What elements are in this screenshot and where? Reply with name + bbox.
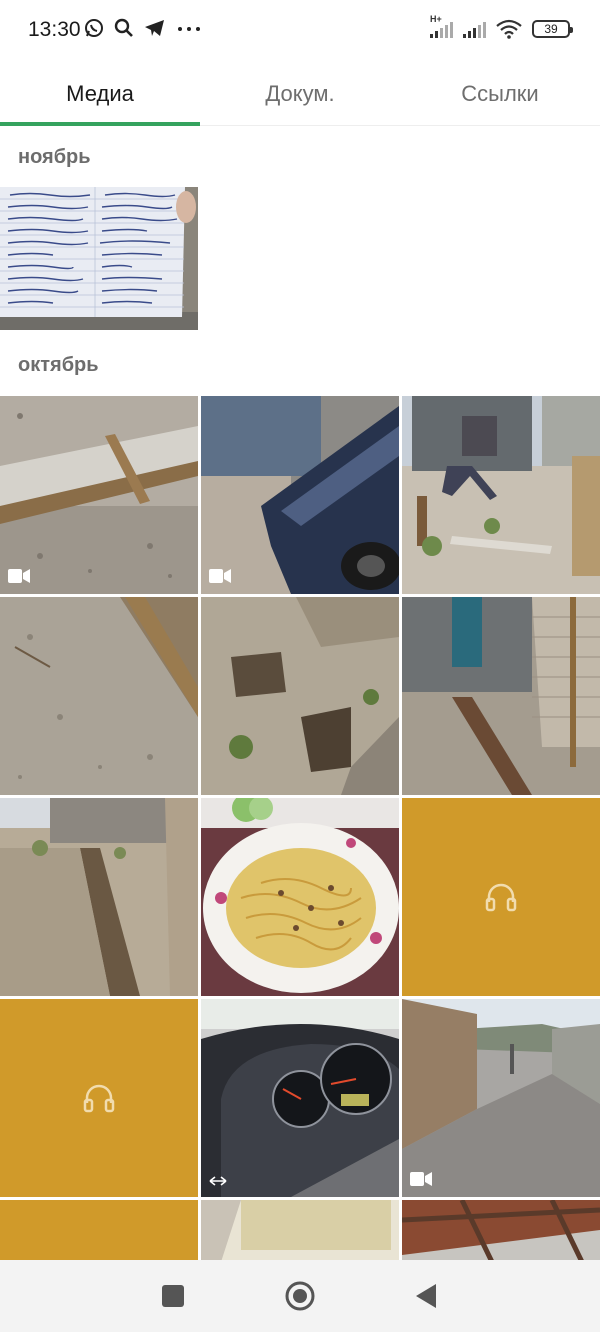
concrete-formwork-photo [0, 396, 198, 594]
media-thumbnail[interactable] [0, 187, 198, 330]
search-icon [114, 18, 133, 37]
media-thumbnail[interactable] [402, 396, 600, 594]
headphones-icon [485, 883, 517, 912]
section-header-october: октябрь [18, 354, 99, 376]
back-triangle-icon [415, 1284, 436, 1308]
audio-thumbnail[interactable] [402, 798, 600, 996]
media-thumbnail[interactable] [0, 396, 198, 594]
foundation-trench-photo [0, 798, 198, 996]
plov-plate-photo [201, 798, 399, 996]
ceiling-insulation-photo [201, 1200, 399, 1262]
more-icon [178, 27, 200, 31]
video-icon [410, 1172, 432, 1186]
media-thumbnail[interactable] [402, 597, 600, 795]
media-thumbnail[interactable] [201, 1200, 399, 1262]
wifi-icon [496, 19, 522, 39]
construction-worker-photo [402, 396, 600, 594]
status-bar: 13:30 H+ 39 [0, 0, 600, 62]
video-icon [8, 569, 30, 583]
circle-icon [285, 1281, 315, 1311]
tab-bar: Медиа Докум. Ссылки [0, 62, 600, 126]
media-thumbnail[interactable] [201, 798, 399, 996]
ground-trench-photo [0, 597, 198, 795]
tab-documents[interactable]: Докум. [200, 62, 400, 125]
media-thumbnail[interactable] [402, 999, 600, 1197]
media-thumbnail[interactable] [0, 798, 198, 996]
media-thumbnail[interactable] [201, 396, 399, 594]
back-button[interactable] [397, 1266, 457, 1326]
battery-icon: 39 [532, 20, 573, 38]
handwritten-note-photo [0, 187, 198, 330]
gif-icon [209, 1176, 227, 1186]
tab-media[interactable]: Медиа [0, 62, 200, 126]
section-header-november: ноябрь [18, 146, 91, 168]
tab-label: Медиа [66, 80, 134, 106]
roof-beams-photo [402, 1200, 600, 1262]
home-button[interactable] [270, 1266, 330, 1326]
brick-wall-trench-photo [402, 597, 600, 795]
battery-level: 39 [544, 22, 558, 36]
signal-icon [463, 20, 486, 38]
recents-button[interactable] [143, 1266, 203, 1326]
square-icon [162, 1285, 185, 1307]
car-hood-photo [201, 396, 399, 594]
tab-label: Ссылки [461, 80, 539, 106]
street-photo [402, 999, 600, 1197]
telegram-icon [145, 20, 164, 36]
audio-thumbnail[interactable] [0, 1200, 198, 1262]
media-thumbnail[interactable] [402, 1200, 600, 1262]
network-type: H+ [430, 14, 442, 24]
media-thumbnail[interactable] [0, 597, 198, 795]
system-nav-bar [0, 1260, 600, 1332]
status-time: 13:30 [28, 18, 81, 41]
tab-links[interactable]: Ссылки [400, 62, 600, 125]
audio-thumbnail[interactable] [0, 999, 198, 1197]
media-thumbnail[interactable] [201, 999, 399, 1197]
media-thumbnail[interactable] [201, 597, 399, 795]
signal-icon: H+ [430, 14, 453, 38]
whatsapp-icon [85, 19, 103, 37]
headphones-icon [83, 1084, 115, 1113]
tab-label: Докум. [265, 80, 335, 106]
dug-holes-photo [201, 597, 399, 795]
video-icon [209, 569, 231, 583]
car-dashboard-photo [201, 999, 399, 1197]
